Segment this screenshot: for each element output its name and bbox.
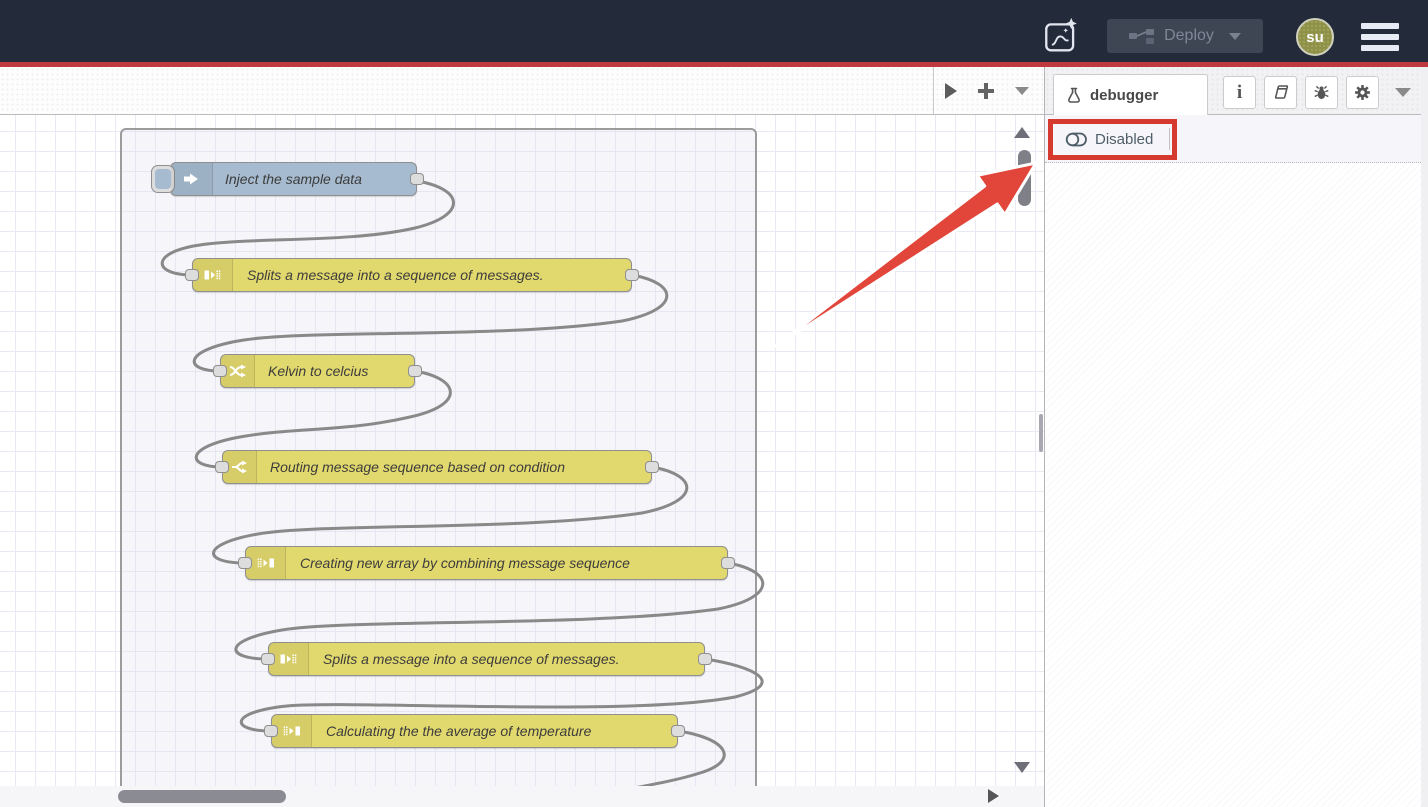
- sidebar: debugger i: [1044, 67, 1428, 807]
- deploy-chevron-down-icon[interactable]: [1229, 33, 1241, 40]
- ai-flow-assistant-button[interactable]: [1044, 17, 1080, 54]
- deploy-button-label: Deploy: [1164, 27, 1214, 45]
- node-red-app: Deploy su: [0, 0, 1428, 807]
- avatar-initials: su: [1306, 29, 1324, 46]
- header-bar: Deploy su: [0, 0, 1428, 62]
- flow-tab-bar: [0, 67, 1044, 115]
- debug-panel-body: [1045, 163, 1428, 807]
- page-scrollbar-track[interactable]: [1421, 67, 1428, 807]
- flow-list-chevron-icon[interactable]: [1015, 87, 1029, 95]
- main-menu-button[interactable]: [1361, 23, 1399, 51]
- flask-icon: [1066, 87, 1082, 103]
- user-avatar[interactable]: su: [1296, 18, 1334, 56]
- book-icon: [1272, 84, 1290, 101]
- scroll-right-icon[interactable]: [988, 789, 999, 803]
- deploy-nodes-icon: [1129, 28, 1155, 44]
- gear-icon: [1354, 84, 1371, 101]
- sidebar-tab-label: debugger: [1090, 87, 1158, 104]
- info-tool-button[interactable]: i: [1223, 76, 1256, 109]
- settings-tool-button[interactable]: [1346, 76, 1379, 109]
- hamburger-icon: [1361, 23, 1399, 29]
- debug-tool-button[interactable]: [1305, 76, 1338, 109]
- info-icon: i: [1237, 82, 1242, 104]
- sidebar-tab-debugger[interactable]: debugger: [1053, 74, 1208, 115]
- scroll-tabs-right-icon[interactable]: [945, 83, 957, 99]
- add-flow-button[interactable]: [978, 83, 994, 99]
- deploy-button[interactable]: Deploy: [1107, 19, 1263, 53]
- annotation-layer: [0, 115, 1044, 786]
- horizontal-scrollbar-thumb[interactable]: [118, 790, 286, 803]
- horizontal-scrollbar[interactable]: [0, 786, 1044, 807]
- sidebar-tab-bar: debugger i: [1045, 67, 1428, 115]
- bug-icon: [1313, 84, 1330, 101]
- ai-flow-icon: [1044, 17, 1080, 54]
- flow-canvas[interactable]: Inject the sample data Splits a message …: [0, 115, 1044, 786]
- help-tool-button[interactable]: [1264, 76, 1297, 109]
- sidebar-collapse-chevron-icon[interactable]: [1395, 88, 1411, 97]
- red-highlight-box-annotation: [1048, 119, 1177, 160]
- flow-tab-controls: [933, 67, 1040, 114]
- red-arrow-annotation: [776, 163, 1036, 346]
